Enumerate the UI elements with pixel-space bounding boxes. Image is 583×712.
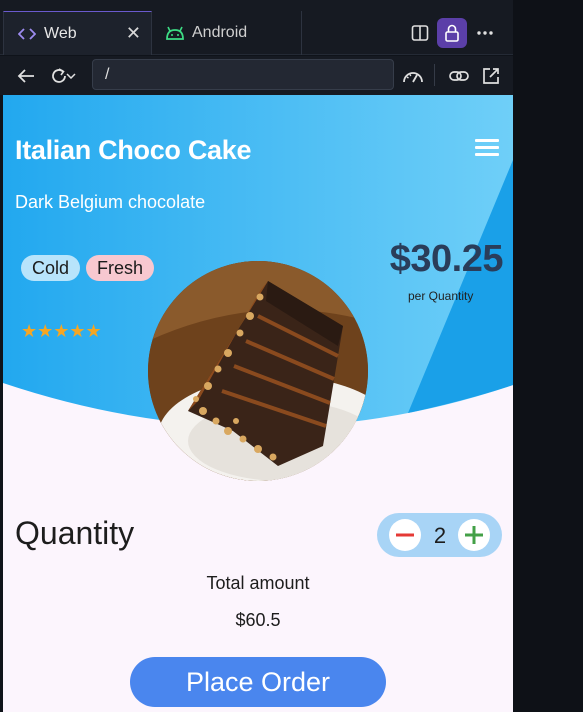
increment-button[interactable] bbox=[458, 519, 490, 551]
tab-android[interactable]: Android bbox=[152, 11, 302, 55]
product-title: Italian Choco Cake bbox=[15, 135, 252, 165]
right-gutter bbox=[513, 0, 583, 712]
lock-button[interactable] bbox=[437, 18, 467, 48]
tab-bar: Web ✕ Android bbox=[0, 0, 513, 55]
place-order-button[interactable]: Place Order bbox=[130, 657, 386, 707]
quantity-label: Quantity bbox=[15, 515, 135, 551]
split-view-button[interactable] bbox=[405, 18, 435, 48]
more-button[interactable] bbox=[470, 18, 500, 48]
quantity-stepper: 2 bbox=[377, 513, 502, 557]
tab-web-label: Web bbox=[44, 24, 77, 42]
hamburger-menu-icon[interactable] bbox=[475, 139, 499, 157]
address-bar bbox=[0, 56, 513, 95]
tag-list: Cold Fresh bbox=[21, 255, 155, 281]
quantity-value: 2 bbox=[433, 523, 447, 548]
minus-icon bbox=[396, 533, 414, 537]
screen: Web ✕ Android / Italian Choco Cake Dark … bbox=[0, 0, 583, 712]
app-viewport: Italian Choco Cake Dark Belgium chocolat… bbox=[3, 95, 513, 712]
plus-icon bbox=[465, 526, 483, 544]
android-icon bbox=[164, 25, 186, 41]
close-icon[interactable]: ✕ bbox=[126, 24, 141, 42]
decrement-button[interactable] bbox=[389, 519, 421, 551]
performance-gauge-icon[interactable] bbox=[400, 63, 426, 89]
more-icon bbox=[470, 18, 500, 48]
tag-fresh: Fresh bbox=[86, 255, 155, 281]
lock-icon bbox=[437, 18, 467, 48]
product-subtitle: Dark Belgium chocolate bbox=[15, 192, 206, 212]
back-icon[interactable] bbox=[13, 63, 39, 89]
total-amount-label: Total amount bbox=[206, 573, 310, 593]
chevron-down-icon[interactable] bbox=[64, 63, 78, 89]
url-input[interactable] bbox=[92, 59, 394, 90]
split-view-icon bbox=[405, 18, 435, 48]
cake-image bbox=[148, 261, 368, 481]
rating-stars: ★★★★★ bbox=[21, 321, 102, 341]
price: $30.25 bbox=[389, 238, 504, 280]
price-unit: per Quantity bbox=[408, 289, 474, 303]
divider bbox=[434, 64, 435, 86]
code-icon bbox=[16, 27, 38, 41]
tab-web[interactable]: Web ✕ bbox=[3, 11, 152, 55]
total-amount-value: $60.5 bbox=[235, 610, 281, 630]
link-icon[interactable] bbox=[446, 63, 472, 89]
open-external-icon[interactable] bbox=[478, 63, 504, 89]
tag-cold: Cold bbox=[21, 255, 81, 281]
tab-android-label: Android bbox=[192, 24, 248, 41]
